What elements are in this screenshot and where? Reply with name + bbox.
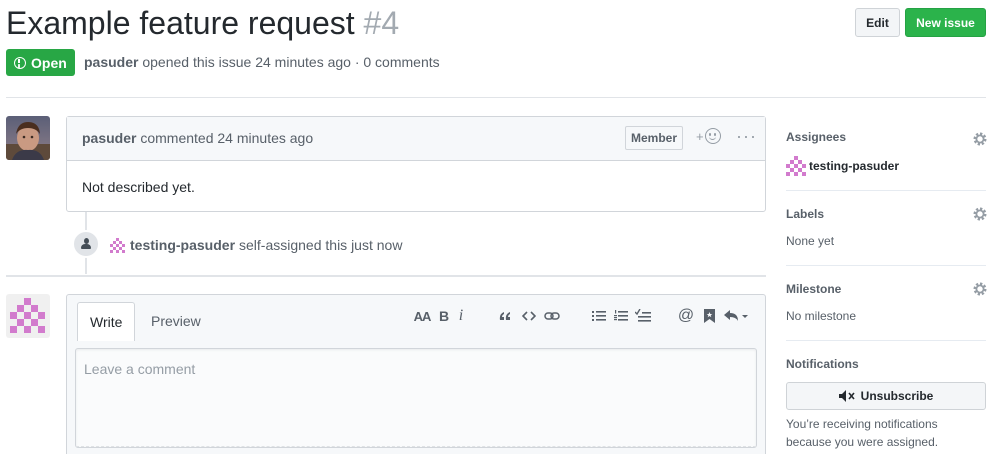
unordered-list-button[interactable] <box>591 307 607 325</box>
event-badge <box>72 230 100 258</box>
quote-button[interactable] <box>497 307 513 325</box>
assignee-name[interactable]: testing-pasuder <box>809 159 899 173</box>
assignee-item[interactable]: testing-pasuder <box>786 156 899 176</box>
event-actor-link[interactable]: testing-pasuder <box>130 237 235 253</box>
person-icon <box>81 238 91 250</box>
sidebar-divider <box>786 190 986 191</box>
author-photo <box>6 116 50 160</box>
identicon <box>10 298 45 333</box>
avatar[interactable] <box>6 116 50 160</box>
italic-button[interactable]: i <box>456 307 466 325</box>
code-icon <box>522 311 536 321</box>
mention-button[interactable]: @ <box>678 307 694 325</box>
alert-icon <box>14 56 26 69</box>
comment-author-link[interactable]: pasuder <box>82 130 136 146</box>
new-comment-editor: Write Preview AA B i @ Leave a comment <box>66 294 766 454</box>
link-button[interactable] <box>543 307 561 325</box>
timeline-divider <box>6 275 766 277</box>
gear-icon[interactable] <box>973 207 987 221</box>
bold-button[interactable]: B <box>438 307 450 325</box>
notification-reason-line2: because you were assigned. <box>786 435 939 449</box>
header-text-button[interactable]: AA <box>412 307 432 325</box>
notification-reason: You’re receiving notifications because y… <box>786 415 986 451</box>
code-button[interactable] <box>521 307 537 325</box>
labels-value: None yet <box>786 234 835 248</box>
labels-section: Labels None yet <box>786 207 986 248</box>
status-label: Open <box>31 54 67 71</box>
milestone-section: Milestone No milestone <box>786 282 986 323</box>
milestone-heading[interactable]: Milestone <box>786 282 986 296</box>
list-unordered-icon <box>592 311 606 321</box>
sidebar-divider <box>786 265 986 266</box>
reaction-plus: + <box>696 128 704 144</box>
timeline-event: testing-pasuder self-assigned this just … <box>110 237 402 253</box>
event-actor-avatar[interactable] <box>110 237 125 253</box>
avatar[interactable] <box>6 294 50 338</box>
edit-button[interactable]: Edit <box>855 8 900 37</box>
member-badge: Member <box>625 126 684 150</box>
unsubscribe-button[interactable]: Unsubscribe <box>786 382 986 410</box>
attach-drop-zone[interactable] <box>76 446 756 447</box>
comment-header: pasuder commented 24 minutes ago Member … <box>67 117 765 161</box>
status-badge: Open <box>6 49 75 76</box>
bookmark-icon <box>703 309 715 323</box>
notifications-heading: Notifications <box>786 357 859 371</box>
issue-comment: pasuder commented 24 minutes ago Member … <box>66 116 766 212</box>
issue-number: #4 <box>363 5 400 41</box>
smiley-icon <box>704 128 721 144</box>
tasklist-icon <box>635 309 651 322</box>
notifications-section: Notifications <box>786 357 986 371</box>
comment-placeholder: Leave a comment <box>84 361 196 377</box>
comment-meta: pasuder commented 24 minutes ago <box>82 130 313 146</box>
comment-body: Not described yet. <box>82 179 195 195</box>
add-reaction-button[interactable]: + <box>696 128 721 144</box>
milestone-value: No milestone <box>786 309 857 323</box>
unsubscribe-label: Unsubscribe <box>860 389 934 403</box>
issue-meta: pasuder opened this issue 24 minutes ago… <box>84 54 440 70</box>
assignees-section: Assignees <box>786 130 986 144</box>
comment-textarea[interactable]: Leave a comment <box>75 348 757 448</box>
reply-icon <box>724 310 748 321</box>
ordered-list-button[interactable] <box>613 307 629 325</box>
header-divider <box>6 97 986 98</box>
issue-title: Example feature request #4 <box>6 3 399 43</box>
list-ordered-icon <box>614 310 628 321</box>
issue-opened-text: opened this issue 24 minutes ago · 0 com… <box>142 54 440 70</box>
saved-replies-button[interactable] <box>723 307 751 325</box>
gear-icon[interactable] <box>973 282 987 296</box>
assignees-heading[interactable]: Assignees <box>786 130 986 144</box>
tab-preview[interactable]: Preview <box>139 302 213 340</box>
link-icon <box>544 312 560 320</box>
labels-heading[interactable]: Labels <box>786 207 986 221</box>
mute-icon <box>838 390 855 402</box>
comment-action[interactable]: commented 24 minutes ago <box>140 130 313 146</box>
notification-reason-line1: You’re receiving notifications <box>786 417 938 431</box>
tab-write[interactable]: Write <box>77 302 136 341</box>
issue-title-text: Example feature request <box>6 5 355 41</box>
issue-author-link[interactable]: pasuder <box>84 54 138 70</box>
task-list-button[interactable] <box>634 307 652 325</box>
reference-button[interactable] <box>702 307 716 325</box>
gear-icon[interactable] <box>973 132 987 146</box>
quote-icon <box>499 312 510 320</box>
sidebar-divider <box>786 340 986 341</box>
kebab-icon[interactable]: ··· <box>736 127 757 145</box>
event-action: self-assigned this just now <box>239 237 403 253</box>
avatar <box>786 156 806 176</box>
new-issue-button[interactable]: New issue <box>905 8 986 37</box>
